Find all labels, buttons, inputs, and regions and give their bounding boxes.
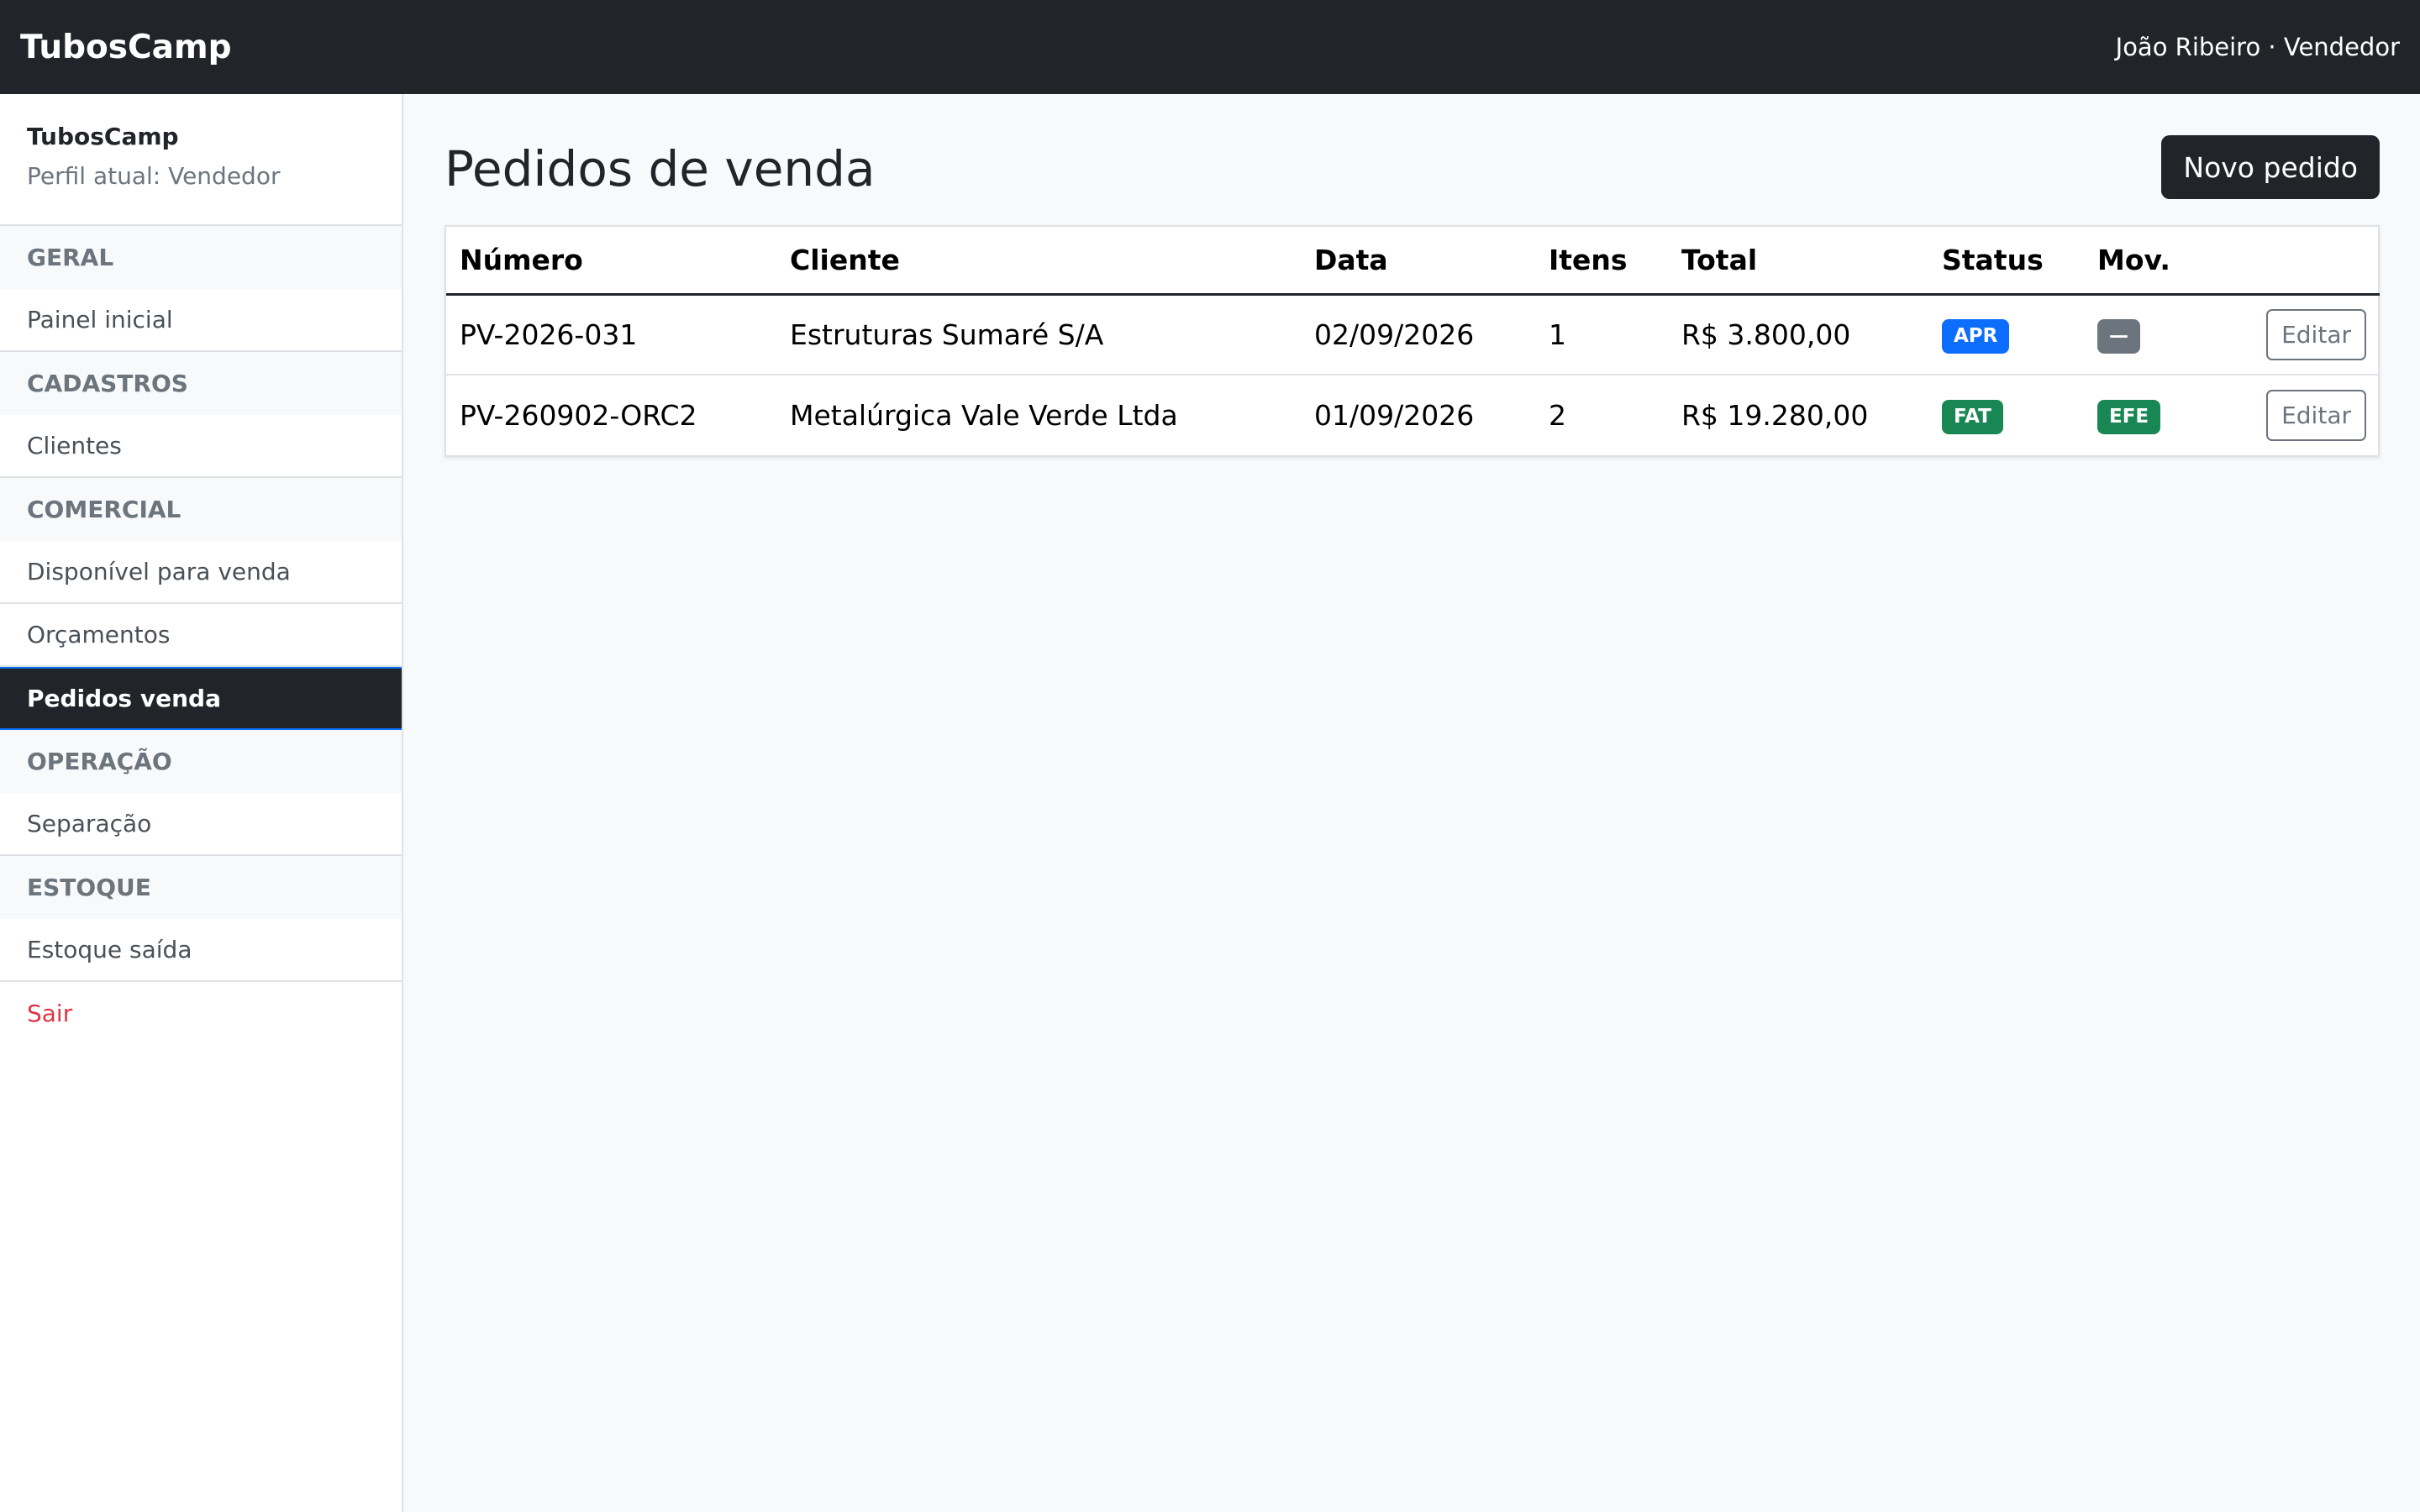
cell-numero: PV-2026-031 [446, 294, 776, 375]
sidebar-item-clientes[interactable]: Clientes [0, 415, 402, 478]
logout-link[interactable]: Sair [0, 982, 402, 1045]
new-order-button[interactable]: Novo pedido [2161, 135, 2380, 199]
sidebar-item-pedidos-venda[interactable]: Pedidos venda [0, 667, 402, 730]
main-content: Pedidos de venda Novo pedido Número Clie… [404, 94, 2420, 1512]
cell-status: FAT [1928, 375, 2084, 455]
cell-actions: Editar [2210, 294, 2380, 375]
sidebar-section-operacao: OPERAÇÃO [0, 730, 402, 793]
cell-mov: — [2084, 294, 2210, 375]
page-title: Pedidos de venda [445, 140, 876, 197]
table-row: PV-260902-ORC2 Metalúrgica Vale Verde Lt… [446, 375, 2380, 455]
table-row: PV-2026-031 Estruturas Sumaré S/A 02/09/… [446, 294, 2380, 375]
orders-table-container: Número Cliente Data Itens Total Status M… [445, 225, 2380, 457]
cell-itens: 2 [1549, 399, 1566, 432]
sidebar-section-cadastros: CADASTROS [0, 352, 402, 415]
mov-badge: — [2097, 318, 2140, 354]
sidebar-app-name: TubosCamp [27, 123, 179, 150]
cell-data: 01/09/2026 [1314, 399, 1475, 432]
brand-logo[interactable]: TubosCamp [20, 29, 232, 66]
user-info: João Ribeiro · Vendedor [2115, 33, 2400, 61]
cell-actions: Editar [2210, 375, 2380, 455]
column-header-status: Status [1928, 227, 2084, 296]
sidebar-section-comercial: COMERCIAL [0, 478, 402, 541]
sidebar-header: TubosCamp Perfil atual: Vendedor [0, 94, 402, 226]
orders-table: Número Cliente Data Itens Total Status M… [446, 227, 2380, 455]
sidebar-profile: Perfil atual: Vendedor [27, 162, 281, 190]
cell-itens: 1 [1535, 294, 1668, 375]
column-header-actions [2210, 227, 2380, 296]
sidebar-section-geral: GERAL [0, 226, 402, 289]
column-header-total: Total [1668, 227, 1928, 296]
column-header-itens: Itens [1535, 227, 1668, 296]
edit-button[interactable]: Editar [2266, 390, 2366, 441]
column-header-numero: Número [446, 227, 776, 296]
edit-button[interactable]: Editar [2266, 308, 2366, 360]
cell-cliente: Estruturas Sumaré S/A [776, 294, 1301, 375]
top-navbar: TubosCamp João Ribeiro · Vendedor [0, 0, 2420, 94]
status-badge: FAT [1942, 400, 2003, 434]
cell-total: R$ 19.280,00 [1681, 399, 1869, 432]
table-header-row: Número Cliente Data Itens Total Status M… [446, 227, 2380, 296]
sidebar-item-disponivel-venda[interactable]: Disponível para venda [0, 541, 402, 604]
cell-numero: PV-260902-ORC2 [460, 399, 697, 432]
sidebar: TubosCamp Perfil atual: Vendedor GERAL P… [0, 94, 403, 1512]
sidebar-section-estoque: ESTOQUE [0, 856, 402, 919]
sidebar-item-estoque-saida[interactable]: Estoque saída [0, 919, 402, 982]
sidebar-item-painel-inicial[interactable]: Painel inicial [0, 289, 402, 352]
sidebar-item-separacao[interactable]: Separação [0, 793, 402, 856]
sidebar-item-orcamentos[interactable]: Orçamentos [0, 604, 402, 667]
column-header-data: Data [1301, 227, 1535, 296]
cell-data: 02/09/2026 [1301, 294, 1535, 375]
cell-mov: EFE [2084, 375, 2210, 455]
cell-status: APR [1928, 294, 2084, 375]
column-header-cliente: Cliente [776, 227, 1301, 296]
main-header: Pedidos de venda Novo pedido [445, 134, 2380, 200]
cell-total: R$ 3.800,00 [1668, 294, 1928, 375]
status-badge: APR [1942, 318, 2010, 354]
cell-cliente: Metalúrgica Vale Verde Ltda [790, 399, 1178, 432]
column-header-mov: Mov. [2084, 227, 2210, 296]
mov-badge: EFE [2097, 400, 2161, 434]
